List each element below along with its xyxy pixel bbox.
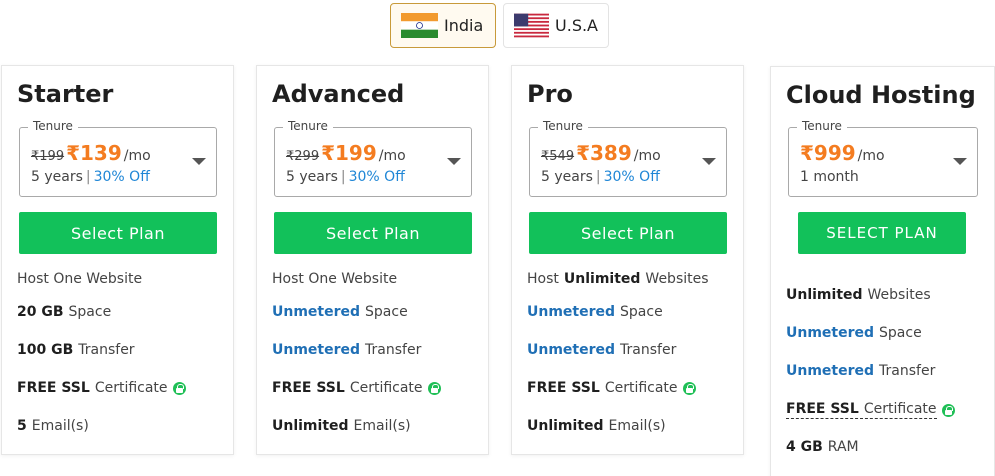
- tenure-label: Tenure: [28, 119, 78, 133]
- discount-label: 30% Off: [348, 169, 405, 185]
- term-row: 5 years | 30% Off: [541, 169, 660, 185]
- tenure-select[interactable]: Tenure ₹199 ₹139 /mo 5 years | 30% Off: [19, 119, 217, 197]
- term-length: 5 years: [541, 169, 593, 185]
- feature-item: 4 GB RAM: [786, 439, 859, 455]
- price-row: ₹299 ₹199 /mo: [286, 141, 406, 165]
- tenure-label: Tenure: [283, 119, 333, 133]
- feature-item: FREE SSL Certificate: [527, 380, 696, 396]
- price-row: ₹199 ₹139 /mo: [31, 141, 151, 165]
- feature-item: Unmetered Transfer: [786, 363, 936, 379]
- discount-label: 30% Off: [93, 169, 150, 185]
- plan-title: Starter: [17, 80, 114, 108]
- new-price: ₹389: [576, 141, 632, 165]
- chevron-down-icon[interactable]: [192, 158, 206, 165]
- feature-item: Unmetered Space: [272, 304, 408, 320]
- chevron-down-icon[interactable]: [447, 158, 461, 165]
- country-usa-button[interactable]: U.S.A: [503, 3, 609, 48]
- select-plan-button[interactable]: Select Plan: [274, 212, 472, 254]
- lock-icon: [941, 403, 955, 417]
- price-period: /mo: [857, 148, 885, 164]
- lock-icon: [427, 381, 441, 395]
- term-row: 5 years | 30% Off: [286, 169, 405, 185]
- new-price: ₹999: [800, 141, 856, 165]
- country-label: U.S.A: [555, 16, 598, 35]
- country-selector: India U.S.A: [390, 3, 609, 48]
- plan-card-starter: Starter Tenure ₹199 ₹139 /mo 5 years | 30%…: [1, 65, 234, 455]
- term-length: 5 years: [286, 169, 338, 185]
- select-plan-button[interactable]: SELECT PLAN: [798, 212, 966, 254]
- price-period: /mo: [378, 148, 406, 164]
- feature-item: 20 GB Space: [17, 304, 112, 320]
- feature-item: Unlimited Websites: [786, 287, 931, 303]
- select-plan-button[interactable]: Select Plan: [19, 212, 217, 254]
- feature-item: Host Unlimited Websites: [527, 271, 709, 287]
- feature-item: 5 Email(s): [17, 418, 89, 434]
- country-india-button[interactable]: India: [390, 3, 496, 48]
- feature-item: FREE SSL Certificate: [786, 401, 955, 419]
- plan-card-cloud-hosting: Cloud Hosting Tenure ₹999 /mo 1 month SE…: [770, 66, 995, 476]
- chevron-down-icon[interactable]: [702, 158, 716, 165]
- feature-item: FREE SSL Certificate: [17, 380, 186, 396]
- lock-icon: [172, 381, 186, 395]
- old-price: ₹549: [541, 149, 575, 164]
- price-row: ₹999 /mo: [800, 141, 885, 165]
- feature-item: Unlimited Email(s): [272, 418, 411, 434]
- term-row: 1 month: [800, 169, 859, 185]
- lock-icon: [682, 381, 696, 395]
- new-price: ₹139: [66, 141, 122, 165]
- tenure-select[interactable]: Tenure ₹549 ₹389 /mo 5 years | 30% Off: [529, 119, 727, 197]
- price-period: /mo: [633, 148, 661, 164]
- usa-flag-icon: [514, 13, 550, 38]
- tenure-label: Tenure: [538, 119, 588, 133]
- term-row: 5 years | 30% Off: [31, 169, 150, 185]
- term-length: 1 month: [800, 169, 859, 185]
- term-length: 5 years: [31, 169, 83, 185]
- plan-title: Pro: [527, 80, 573, 108]
- chevron-down-icon[interactable]: [953, 158, 967, 165]
- feature-item: Host One Website: [272, 271, 398, 287]
- tenure-select[interactable]: Tenure ₹299 ₹199 /mo 5 years | 30% Off: [274, 119, 472, 197]
- tenure-select[interactable]: Tenure ₹999 /mo 1 month: [788, 119, 978, 197]
- feature-item: Unmetered Space: [786, 325, 922, 341]
- plan-card-pro: Pro Tenure ₹549 ₹389 /mo 5 years | 30% Off…: [511, 65, 744, 455]
- new-price: ₹199: [321, 141, 377, 165]
- price-row: ₹549 ₹389 /mo: [541, 141, 661, 165]
- plan-title: Advanced: [272, 80, 405, 108]
- country-label: India: [444, 16, 484, 35]
- plan-card-advanced: Advanced Tenure ₹299 ₹199 /mo 5 years | 30…: [256, 65, 489, 455]
- india-flag-icon: [401, 13, 438, 38]
- select-plan-button[interactable]: Select Plan: [529, 212, 727, 254]
- feature-item: Unlimited Email(s): [527, 418, 666, 434]
- old-price: ₹299: [286, 149, 320, 164]
- price-period: /mo: [123, 148, 151, 164]
- tenure-label: Tenure: [797, 119, 847, 133]
- feature-item: Unmetered Transfer: [527, 342, 677, 358]
- feature-item: 100 GB Transfer: [17, 342, 135, 358]
- feature-item: Unmetered Transfer: [272, 342, 422, 358]
- feature-item: FREE SSL Certificate: [272, 380, 441, 396]
- feature-item: Unmetered Space: [527, 304, 663, 320]
- old-price: ₹199: [31, 149, 65, 164]
- discount-label: 30% Off: [603, 169, 660, 185]
- feature-item: Host One Website: [17, 271, 143, 287]
- plan-title: Cloud Hosting: [786, 81, 976, 109]
